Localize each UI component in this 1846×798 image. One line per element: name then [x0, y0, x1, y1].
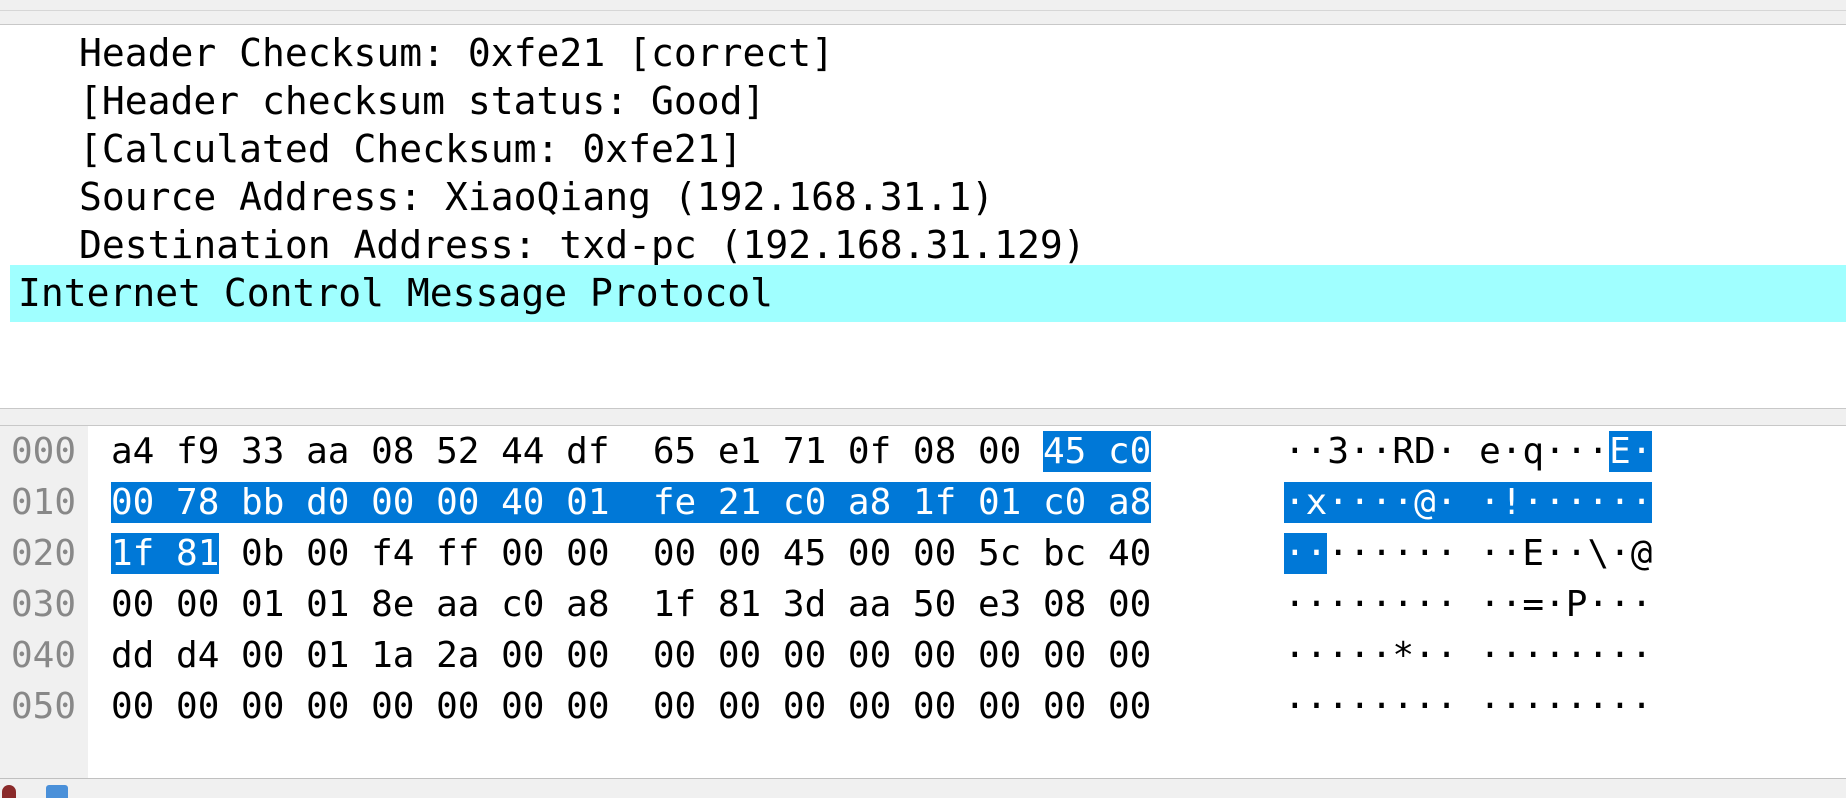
- ascii-chars-highlighted[interactable]: ··: [1284, 533, 1328, 574]
- tree-item-icmp-selected[interactable]: Internet Control Message Protocol: [10, 265, 1846, 322]
- hex-row[interactable]: 00 00 01 01 8e aa c0 a8 1f 81 3d aa 50 e…: [111, 579, 1151, 630]
- ascii-chars-highlighted[interactable]: E·: [1609, 431, 1653, 472]
- capture-file-icon[interactable]: [46, 785, 68, 798]
- offset-label: 010: [10, 482, 76, 523]
- ascii-chars[interactable]: ········ ··=·P···: [1284, 584, 1652, 625]
- offset-label: 030: [10, 584, 76, 625]
- offset-label: 000: [10, 431, 76, 472]
- status-bar: [0, 778, 1846, 798]
- ascii-row[interactable]: ·x····@· ·!······: [1284, 477, 1653, 528]
- packet-bytes-pane: 000 010 020 030 040 050 a4 f9 33 aa 08 5…: [0, 426, 1846, 778]
- top-toolbar-edge: [0, 0, 1846, 25]
- ascii-row[interactable]: ········ ··=·P···: [1284, 579, 1652, 630]
- pane-splitter[interactable]: [0, 408, 1846, 426]
- hex-bytes-highlighted[interactable]: 45 c0: [1042, 431, 1152, 472]
- hex-row[interactable]: dd d4 00 01 1a 2a 00 00 00 00 00 00 00 0…: [111, 630, 1151, 681]
- hex-bytes[interactable]: 0b 00 f4 ff 00 00 00 00 45 00 00 5c bc 4…: [219, 533, 1151, 574]
- ascii-chars-highlighted[interactable]: ·x····@· ·!······: [1284, 482, 1653, 523]
- ascii-row[interactable]: ·····*·· ········: [1284, 630, 1652, 681]
- ascii-row[interactable]: ········ ··E··\·@: [1284, 528, 1652, 579]
- expert-info-icon[interactable]: [2, 785, 16, 798]
- ascii-chars[interactable]: ········ ········: [1284, 686, 1652, 727]
- hex-bytes-highlighted[interactable]: 00 78 bb d0 00 00 40 01 fe 21 c0 a8 1f 0…: [111, 482, 1152, 523]
- hex-row[interactable]: 1f 81 0b 00 f4 ff 00 00 00 00 45 00 00 5…: [111, 528, 1151, 579]
- ascii-row[interactable]: ········ ········: [1284, 681, 1652, 732]
- hex-bytes[interactable]: a4 f9 33 aa 08 52 44 df 65 e1 71 0f 08 0…: [111, 431, 1043, 472]
- ascii-chars[interactable]: ··3··RD· e·q···: [1284, 431, 1609, 472]
- ascii-chars[interactable]: ······ ··E··\·@: [1327, 533, 1652, 574]
- hex-row[interactable]: 00 00 00 00 00 00 00 00 00 00 00 00 00 0…: [111, 681, 1151, 732]
- offset-label: 020: [10, 533, 76, 574]
- hex-row[interactable]: 00 78 bb d0 00 00 40 01 fe 21 c0 a8 1f 0…: [111, 477, 1152, 528]
- offset-gutter: 000 010 020 030 040 050: [0, 426, 88, 778]
- hex-bytes[interactable]: dd d4 00 01 1a 2a 00 00 00 00 00 00 00 0…: [111, 635, 1151, 676]
- hex-row[interactable]: a4 f9 33 aa 08 52 44 df 65 e1 71 0f 08 0…: [111, 426, 1152, 477]
- hex-bytes-highlighted[interactable]: 1f 81: [111, 533, 220, 574]
- offset-label: 050: [10, 686, 76, 727]
- hex-bytes[interactable]: 00 00 00 00 00 00 00 00 00 00 00 00 00 0…: [111, 686, 1151, 727]
- offset-label: 040: [10, 635, 76, 676]
- ascii-chars[interactable]: ·····*·· ········: [1284, 635, 1652, 676]
- packet-details-pane: Header Checksum: 0xfe21 [correct] [Heade…: [0, 25, 1846, 405]
- hex-bytes[interactable]: 00 00 01 01 8e aa c0 a8 1f 81 3d aa 50 e…: [111, 584, 1151, 625]
- toolbar-divider: [0, 10, 1846, 11]
- ascii-row[interactable]: ··3··RD· e·q···E·: [1284, 426, 1653, 477]
